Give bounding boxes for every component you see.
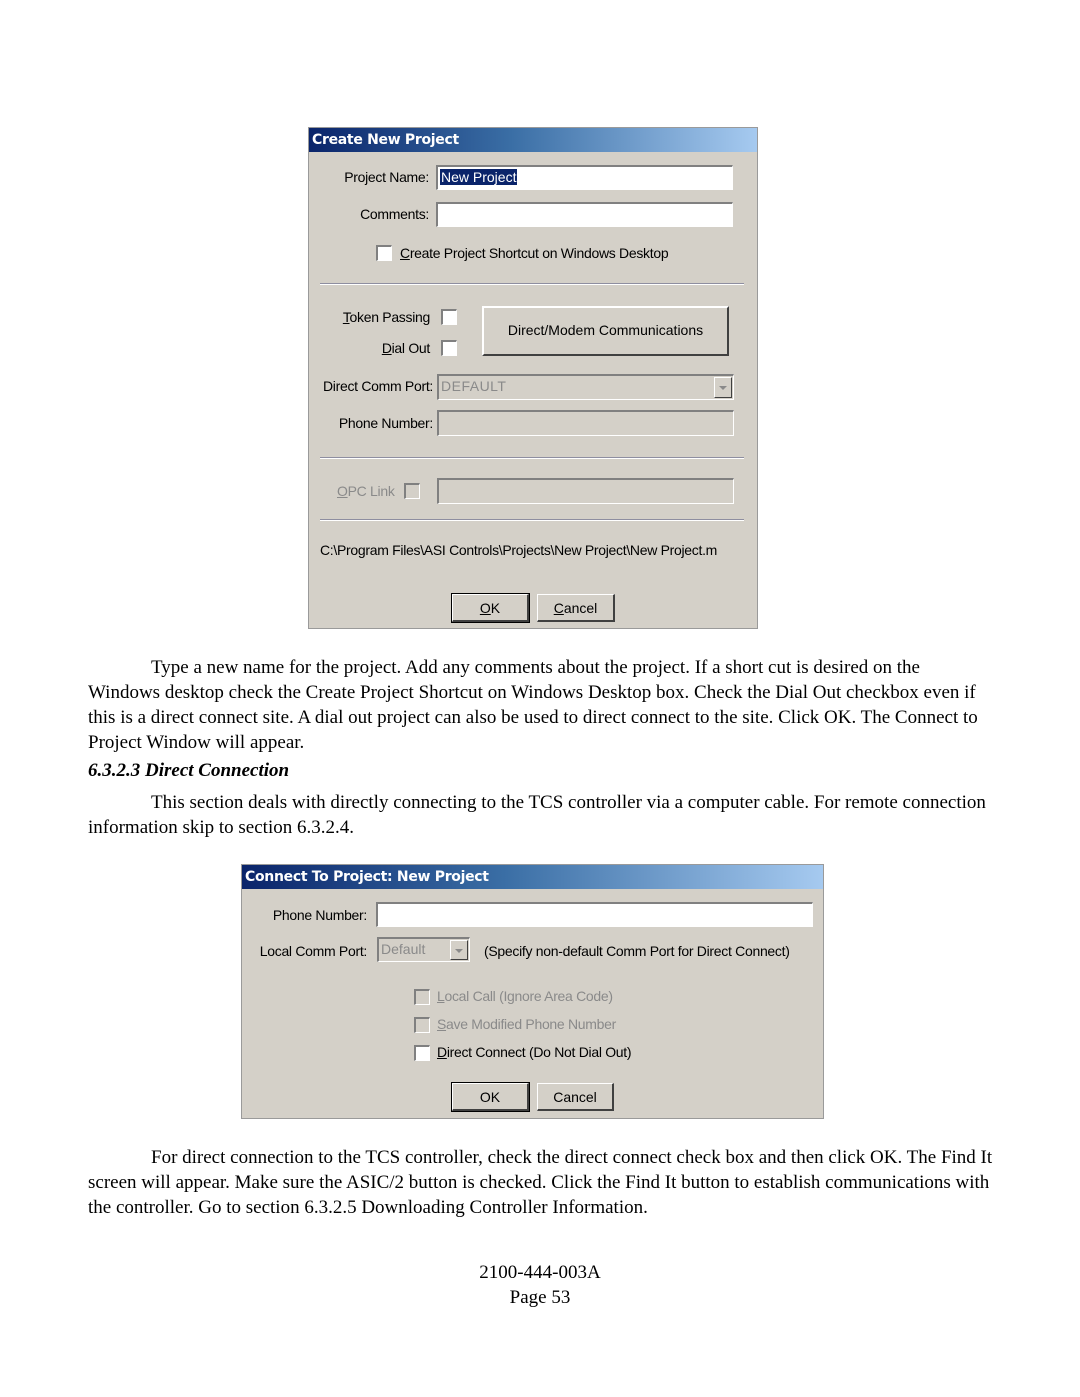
opc-link-checkbox[interactable] [404, 483, 420, 499]
local-comm-port-dropdown[interactable]: Default [377, 937, 470, 962]
opc-link-input[interactable] [437, 478, 734, 504]
cancel-button[interactable]: Cancel [537, 1083, 614, 1111]
ok-button[interactable]: OK [451, 1082, 530, 1112]
paragraph-direct-connection: This section deals with directly connect… [88, 792, 986, 838]
chevron-down-icon[interactable] [450, 940, 468, 960]
token-passing-label[interactable]: Token Passing [343, 309, 430, 325]
phone-number-input[interactable] [376, 902, 813, 927]
phone-number-input[interactable] [437, 410, 734, 436]
token-passing-checkbox[interactable] [441, 309, 457, 325]
separator [320, 283, 744, 285]
direct-modem-communications-button[interactable]: Direct/Modem Communications [482, 306, 729, 356]
create-new-project-dialog: Create New Project Project Name: New Pro… [308, 127, 758, 629]
paragraph-create-project: Type a new name for the project. Add any… [88, 657, 978, 753]
direct-comm-port-label: Direct Comm Port: [322, 378, 433, 394]
cancel-button[interactable]: Cancel [537, 594, 615, 622]
direct-connect-label[interactable]: Direct Connect (Do Not Dial Out) [437, 1044, 632, 1060]
page-number: Page 53 [509, 1287, 571, 1308]
section-heading: 6.3.2.3 Direct Connection [88, 760, 290, 781]
dialog-title: Create New Project [309, 128, 757, 152]
separator [320, 457, 744, 459]
create-shortcut-checkbox[interactable] [376, 245, 392, 261]
chevron-down-icon[interactable] [714, 377, 732, 398]
create-shortcut-label[interactable]: Create Project Shortcut on Windows Deskt… [400, 245, 669, 261]
local-call-checkbox[interactable] [414, 989, 430, 1005]
direct-connect-checkbox[interactable] [414, 1045, 430, 1061]
ok-button[interactable]: OK [451, 593, 530, 623]
separator [320, 519, 744, 521]
comments-input[interactable] [436, 202, 733, 227]
local-call-label[interactable]: Local Call (Ignore Area Code) [437, 988, 613, 1004]
project-file-path: C:\Program Files\ASI Controls\Projects\N… [320, 542, 718, 558]
local-comm-port-label: Local Comm Port: [259, 943, 368, 959]
save-phone-label[interactable]: Save Modified Phone Number [437, 1016, 616, 1032]
dial-out-checkbox[interactable] [441, 340, 457, 356]
direct-comm-port-dropdown[interactable]: DEFAULT [437, 374, 734, 400]
project-name-input[interactable]: New Project [436, 165, 733, 190]
comm-port-hint: (Specify non-default Comm Port for Direc… [484, 943, 790, 959]
project-name-label: Project Name: [344, 169, 429, 185]
connect-to-project-dialog: Connect To Project: New Project Phone Nu… [241, 864, 824, 1119]
phone-number-label: Phone Number: [272, 907, 367, 923]
dialog-title: Connect To Project: New Project [242, 865, 823, 889]
dial-out-label[interactable]: Dial Out [382, 340, 430, 356]
comments-label: Comments: [360, 206, 429, 222]
opc-link-label[interactable]: OPC Link [337, 483, 395, 499]
phone-number-label: Phone Number: [338, 415, 433, 431]
paragraph-direct-connect-steps: For direct connection to the TCS control… [88, 1147, 993, 1218]
save-phone-checkbox[interactable] [414, 1017, 430, 1033]
